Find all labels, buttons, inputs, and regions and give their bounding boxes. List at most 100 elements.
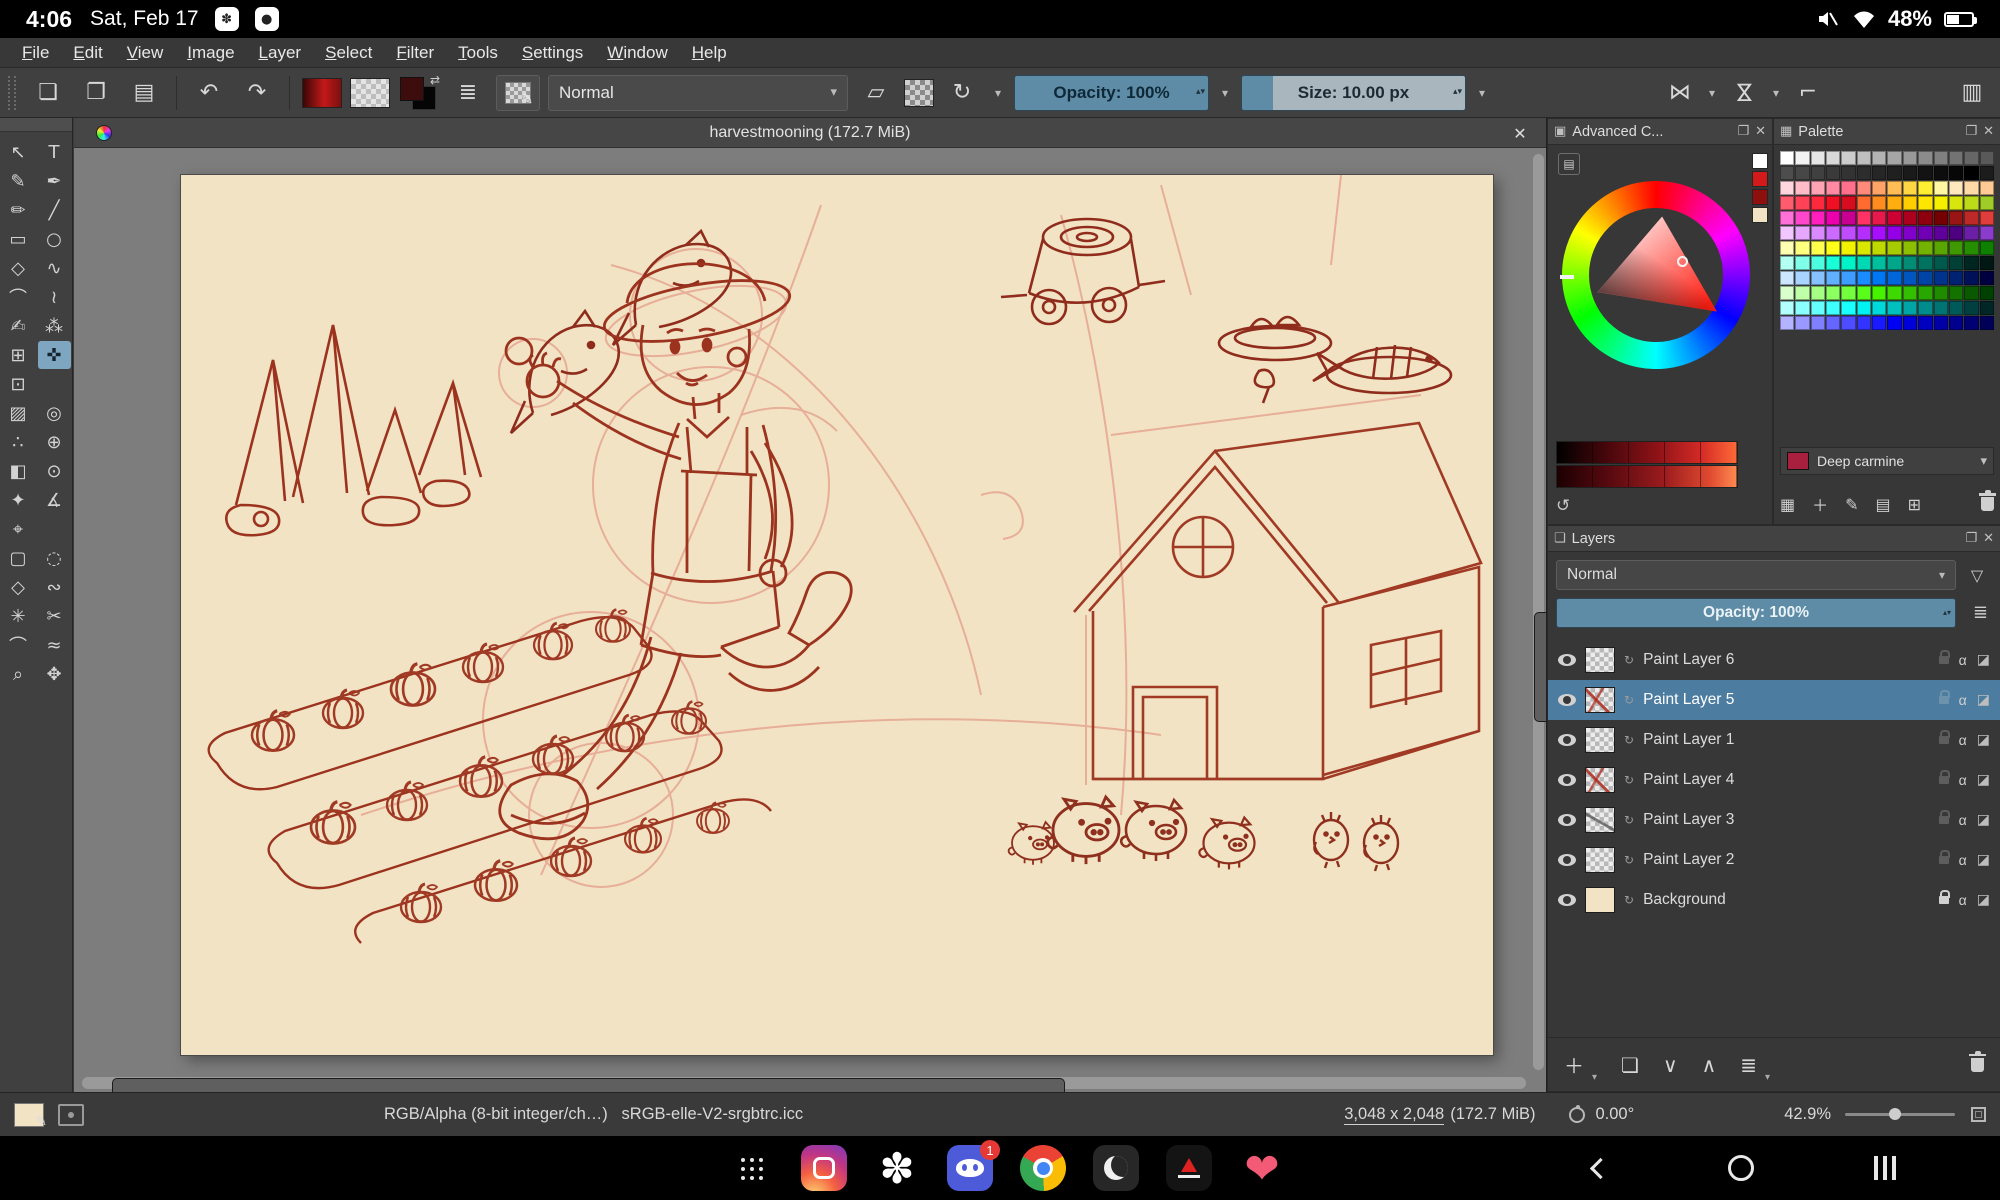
dynamic-brush-tool[interactable]: ✍ — [2, 312, 35, 340]
palette-swatch[interactable] — [1903, 181, 1917, 195]
palette-swatch[interactable] — [1934, 151, 1948, 165]
palette-swatch[interactable] — [1780, 211, 1794, 225]
multibrush-tool[interactable]: ⁂ — [38, 312, 71, 340]
layer-opacity-slider[interactable]: Opacity: 100% ▴▾ — [1556, 598, 1956, 628]
refresh-colors-icon[interactable]: ↺ — [1556, 496, 1570, 516]
palette-swatch[interactable] — [1826, 181, 1840, 195]
palette-swatch[interactable] — [1980, 166, 1994, 180]
zoom-slider[interactable] — [1845, 1113, 1955, 1116]
add-color-icon[interactable]: ＋ — [1812, 492, 1828, 516]
palette-swatch[interactable] — [1887, 301, 1901, 315]
palette-swatch[interactable] — [1980, 241, 1994, 255]
chevron-down-icon[interactable]: ▾ — [1768, 86, 1784, 100]
open-document-button[interactable]: ❐ — [76, 74, 116, 112]
palette-swatch[interactable] — [1841, 316, 1855, 330]
palette-swatch[interactable] — [1795, 166, 1809, 180]
menu-item[interactable]: Help — [680, 40, 739, 66]
palette-view-icon[interactable]: ▦ — [1780, 495, 1795, 514]
palette-swatch[interactable] — [1918, 316, 1932, 330]
layer-row[interactable]: ↻ Paint Layer 2 α ◪ — [1548, 840, 2000, 880]
palette-swatch[interactable] — [1857, 151, 1871, 165]
close-docker-icon[interactable]: ✕ — [1983, 124, 1994, 139]
menu-item[interactable]: Settings — [510, 40, 595, 66]
layer-row[interactable]: ↻ Paint Layer 5 α ◪ — [1548, 680, 2000, 720]
freehand-brush-tool[interactable]: ✏ — [2, 196, 35, 224]
menu-item[interactable]: Window — [595, 40, 679, 66]
inherit-alpha-icon[interactable]: ◪ — [1977, 892, 1990, 908]
palette-swatch[interactable] — [1887, 286, 1901, 300]
palette-swatch[interactable] — [1857, 316, 1871, 330]
chevron-down-icon[interactable]: ▾ — [1704, 86, 1720, 100]
palette-swatch[interactable] — [1811, 286, 1825, 300]
palette-swatch[interactable] — [1872, 316, 1886, 330]
polygon-tool[interactable]: ◇ — [2, 254, 35, 282]
palette-swatch[interactable] — [1980, 271, 1994, 285]
brush-editor-toggle[interactable] — [496, 75, 540, 111]
palette-swatch[interactable] — [1811, 241, 1825, 255]
palette-swatch[interactable] — [1795, 196, 1809, 210]
palette-swatch[interactable] — [1980, 151, 1994, 165]
palette-swatch[interactable] — [1872, 211, 1886, 225]
elliptical-select-tool[interactable]: ◌ — [38, 544, 71, 572]
polygonal-select-tool[interactable]: ◇ — [2, 573, 35, 601]
gradient-chooser[interactable] — [302, 78, 342, 108]
palette-swatch[interactable] — [1841, 286, 1855, 300]
polyline-tool[interactable]: ∿ — [38, 254, 71, 282]
palette-swatch[interactable] — [1980, 316, 1994, 330]
camera-social-app-icon[interactable] — [801, 1145, 847, 1191]
fullscreen-icon[interactable] — [1971, 1107, 1986, 1122]
palette-swatch[interactable] — [1934, 241, 1948, 255]
freehand-select-tool[interactable]: ∾ — [38, 573, 71, 601]
menu-item[interactable]: Edit — [61, 40, 114, 66]
inherit-alpha-icon[interactable]: ◪ — [1977, 812, 1990, 828]
palette-swatch[interactable] — [1887, 271, 1901, 285]
float-docker-icon[interactable]: ❐ — [1965, 531, 1977, 546]
palette-swatch[interactable] — [1949, 271, 1963, 285]
transform-tool[interactable]: ⊞ — [2, 341, 35, 369]
palette-swatch[interactable] — [1980, 181, 1994, 195]
palette-swatch[interactable] — [1918, 301, 1932, 315]
palette-swatch[interactable] — [1903, 196, 1917, 210]
canvas-artboard[interactable] — [181, 175, 1493, 1055]
palette-swatch[interactable] — [1841, 256, 1855, 270]
workspace-chooser-button[interactable]: ▥ — [1952, 74, 1992, 112]
inherit-alpha-icon[interactable]: ◪ — [1977, 652, 1990, 668]
assistants-tool[interactable]: ✦ — [2, 486, 35, 514]
palette-swatch[interactable] — [1811, 226, 1825, 240]
foreground-color-swatch[interactable] — [400, 77, 424, 101]
layers-menu-icon[interactable]: ≣ — [1973, 602, 1988, 623]
palette-swatch[interactable] — [1826, 166, 1840, 180]
palette-swatch[interactable] — [1841, 301, 1855, 315]
palette-swatch[interactable] — [1903, 271, 1917, 285]
brush-settings-button[interactable]: ≣ — [448, 74, 488, 112]
palette-swatch[interactable] — [1780, 226, 1794, 240]
palette-swatch[interactable] — [1826, 211, 1840, 225]
magnetic-select-tool[interactable]: ✂ — [38, 602, 71, 630]
palette-swatch[interactable] — [1887, 316, 1901, 330]
palette-swatch[interactable] — [1887, 256, 1901, 270]
palette-swatch[interactable] — [1934, 166, 1948, 180]
palette-swatch[interactable] — [1918, 166, 1932, 180]
palette-swatch[interactable] — [1795, 301, 1809, 315]
palette-swatch[interactable] — [1887, 166, 1901, 180]
palette-swatch[interactable] — [1887, 196, 1901, 210]
duplicate-layer-button[interactable]: ❏ — [1621, 1053, 1639, 1077]
palette-swatch[interactable] — [1949, 256, 1963, 270]
lock-icon[interactable] — [1939, 656, 1949, 664]
palette-swatch[interactable] — [1934, 196, 1948, 210]
palette-swatch[interactable] — [1826, 256, 1840, 270]
fill-tool[interactable]: ◧ — [2, 457, 35, 485]
palette-swatch[interactable] — [1918, 256, 1932, 270]
reload-preset-button[interactable]: ↻ — [942, 74, 982, 112]
palette-swatch[interactable] — [1795, 286, 1809, 300]
palette-swatch[interactable] — [1918, 181, 1932, 195]
palette-swatch[interactable] — [1872, 271, 1886, 285]
palette-swatch[interactable] — [1903, 301, 1917, 315]
line-tool[interactable]: ╱ — [38, 196, 71, 224]
chevron-down-icon[interactable]: ▾ — [1980, 454, 1987, 469]
horizontal-scrollbar-thumb[interactable] — [112, 1078, 1065, 1092]
palette-swatch[interactable] — [1903, 151, 1917, 165]
recents-button[interactable] — [1874, 1156, 1878, 1180]
visibility-eye-icon[interactable] — [1558, 814, 1576, 826]
visibility-eye-icon[interactable] — [1558, 894, 1576, 906]
